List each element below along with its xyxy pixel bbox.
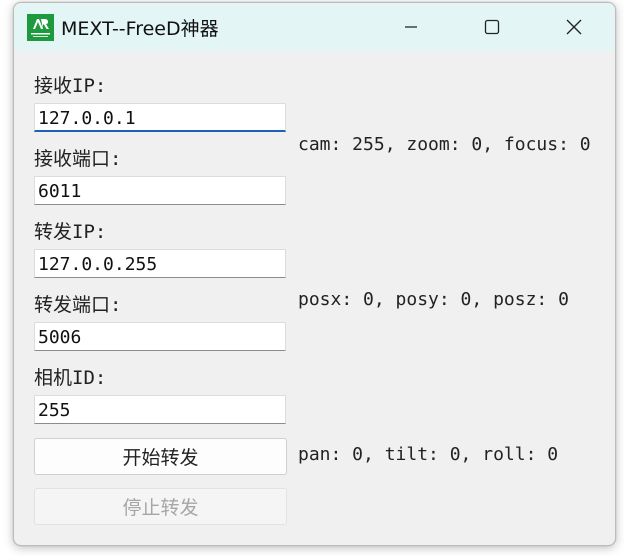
receive-port-label: 接收端口:: [34, 148, 122, 170]
camera-id-input[interactable]: 255: [34, 395, 286, 424]
position-readout: posx: 0, posy: 0, posz: 0: [298, 289, 569, 310]
receive-port-input[interactable]: 6011: [34, 176, 286, 205]
close-button[interactable]: [551, 3, 597, 51]
window-title: MEXT--FreeD神器: [61, 18, 219, 40]
forward-ip-label: 转发IP:: [34, 221, 107, 243]
app-window: MEXT--FreeD神器 接收IP: 127.0.0.1 接收端口: 6011…: [13, 2, 616, 546]
close-icon: [566, 19, 582, 35]
stop-forward-button[interactable]: 停止转发: [34, 488, 287, 525]
forward-port-input[interactable]: 5006: [34, 322, 286, 351]
minimize-button[interactable]: [388, 3, 434, 51]
maximize-button[interactable]: [469, 3, 515, 51]
minimize-icon: [405, 26, 417, 28]
forward-port-label: 转发端口:: [34, 294, 122, 316]
title-bar[interactable]: MEXT--FreeD神器: [14, 3, 615, 51]
receive-ip-label: 接收IP:: [34, 75, 107, 97]
rotation-readout: pan: 0, tilt: 0, roll: 0: [298, 444, 559, 465]
start-forward-button[interactable]: 开始转发: [34, 438, 287, 475]
cam-zoom-focus-readout: cam: 255, zoom: 0, focus: 0: [298, 134, 591, 155]
maximize-icon: [484, 19, 500, 35]
app-logo-icon: [27, 14, 54, 41]
receive-ip-input[interactable]: 127.0.0.1: [34, 103, 286, 132]
forward-ip-input[interactable]: 127.0.0.255: [34, 249, 286, 278]
camera-id-label: 相机ID:: [34, 367, 107, 389]
